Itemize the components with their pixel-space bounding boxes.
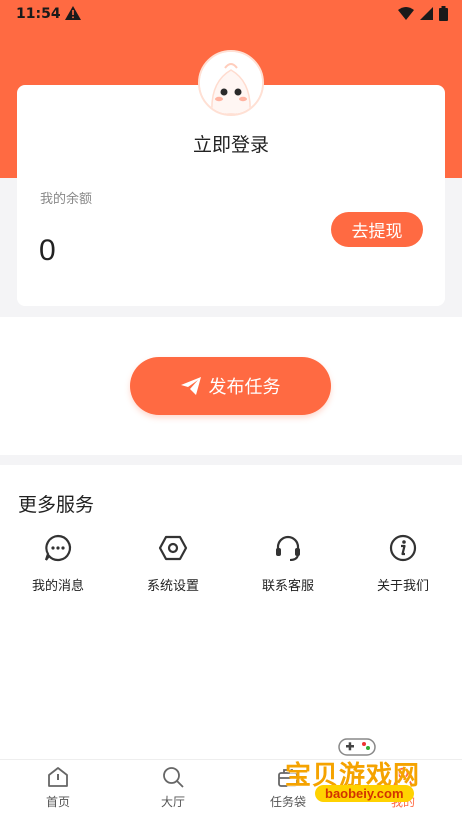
publish-task-button[interactable]: 发布任务 [130, 357, 331, 415]
message-icon [44, 534, 72, 562]
login-link[interactable]: 立即登录 [0, 130, 462, 157]
bag-icon [278, 769, 298, 787]
service-label: 我的消息 [31, 579, 84, 594]
service-my-messages[interactable]: 我的消息 [8, 533, 108, 594]
avatar[interactable] [198, 50, 264, 116]
service-about-us[interactable]: 关于我们 [353, 533, 453, 594]
service-label: 关于我们 [376, 579, 429, 594]
tab-label: 我的 [390, 795, 415, 809]
balance-value: 0 [39, 234, 56, 267]
withdraw-button[interactable]: 去提现 [331, 212, 423, 247]
tab-mine[interactable]: 我的 [363, 765, 443, 810]
status-time: 11:54 [16, 6, 61, 22]
service-settings[interactable]: 系统设置 [123, 533, 223, 594]
tab-task-bag[interactable]: 任务袋 [248, 765, 328, 810]
search-icon [163, 767, 184, 788]
service-customer-support[interactable]: 联系客服 [238, 533, 338, 594]
tab-label: 任务袋 [269, 795, 306, 809]
service-label: 系统设置 [146, 579, 199, 594]
status-icons [398, 6, 448, 21]
battery-icon [439, 6, 448, 21]
services-title: 更多服务 [18, 494, 95, 516]
home-icon [48, 767, 68, 787]
headset-icon [276, 535, 300, 561]
warning-icon [65, 6, 81, 24]
balance-label: 我的余额 [40, 192, 93, 207]
tab-label: 首页 [45, 795, 70, 809]
send-icon [180, 377, 201, 395]
publish-task-label: 发布任务 [208, 377, 281, 398]
service-label: 联系客服 [261, 579, 314, 594]
tab-home[interactable]: 首页 [18, 765, 98, 810]
info-icon [389, 534, 417, 562]
profile-icon [393, 767, 413, 788]
settings-icon [158, 535, 188, 561]
signal-icon [420, 7, 433, 20]
wifi-icon [398, 7, 414, 20]
status-bar: 11:54 [0, 0, 462, 30]
tab-hall[interactable]: 大厅 [133, 765, 213, 810]
tab-label: 大厅 [160, 795, 185, 809]
